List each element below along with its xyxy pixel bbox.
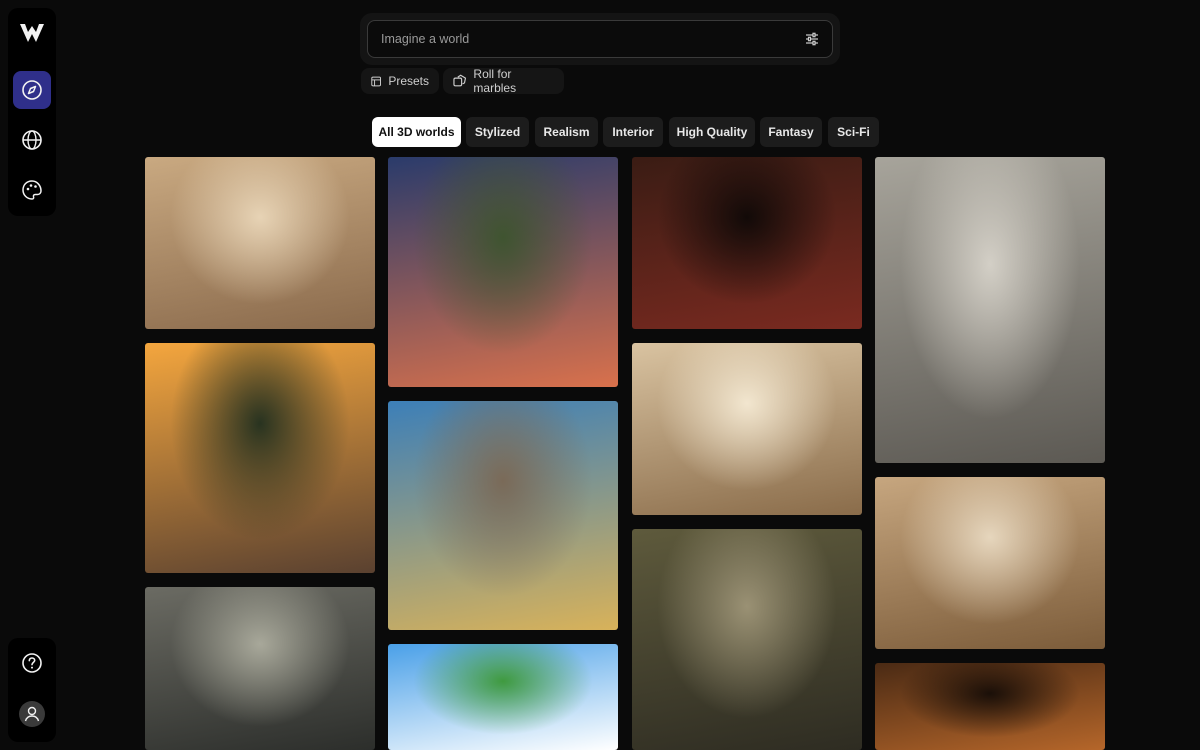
roll-for-marbles-button[interactable]: Roll for marbles [443,67,564,95]
world-card-scifi-control-room[interactable] [145,587,375,750]
sliders-icon[interactable] [804,31,820,47]
tab-stylized[interactable]: Stylized [466,117,529,147]
world-card-wooden-ceiling-lamp[interactable] [875,663,1105,750]
presets-label: Presets [388,74,429,88]
world-card-sunny-alley-shop[interactable] [632,343,862,515]
world-card-cozy-bedroom[interactable] [875,477,1105,649]
tab-interior[interactable]: Interior [603,117,663,147]
world-card-tram-street-town[interactable] [388,401,618,630]
world-card-mountain-lake-sunset[interactable] [388,157,618,387]
palette-icon[interactable] [13,171,51,209]
tab-label: High Quality [676,125,748,139]
world-card-cartoon-coast[interactable] [388,644,618,750]
tab-label: Stylized [474,125,521,139]
compass-icon[interactable] [13,71,51,109]
tab-label: Fantasy [768,125,814,139]
tab-high-quality[interactable]: High Quality [669,117,755,147]
dice-icon [453,74,467,87]
help-icon[interactable] [13,644,51,682]
world-card-sandy-corridor[interactable] [145,157,375,329]
tab-sci-fi[interactable]: Sci-Fi [828,117,879,147]
tab-label: Interior [612,125,654,139]
sidebar-top [8,8,56,216]
tab-fantasy[interactable]: Fantasy [760,117,822,147]
world-card-dim-bedroom[interactable] [632,529,862,750]
tab-label: All 3D worlds [378,125,455,139]
tab-realism[interactable]: Realism [535,117,598,147]
layout-icon [371,76,381,86]
user-icon[interactable] [13,695,51,733]
world-card-sunset-great-wall[interactable] [145,343,375,573]
world-card-tree-cave-fire[interactable] [875,157,1105,463]
search-box [367,20,833,58]
world-card-dark-study-desk[interactable] [632,157,862,329]
globe-icon[interactable] [13,121,51,159]
roll-for-marbles-label: Roll for marbles [473,67,517,95]
tab-label: Sci-Fi [837,125,870,139]
logo-icon[interactable] [13,14,51,52]
search-input[interactable] [381,32,804,46]
tab-all-3d-worlds[interactable]: All 3D worlds [372,117,461,147]
tab-label: Realism [543,125,590,139]
presets-button[interactable]: Presets [361,68,439,94]
search-container [360,13,840,65]
sidebar-bottom [8,638,56,742]
